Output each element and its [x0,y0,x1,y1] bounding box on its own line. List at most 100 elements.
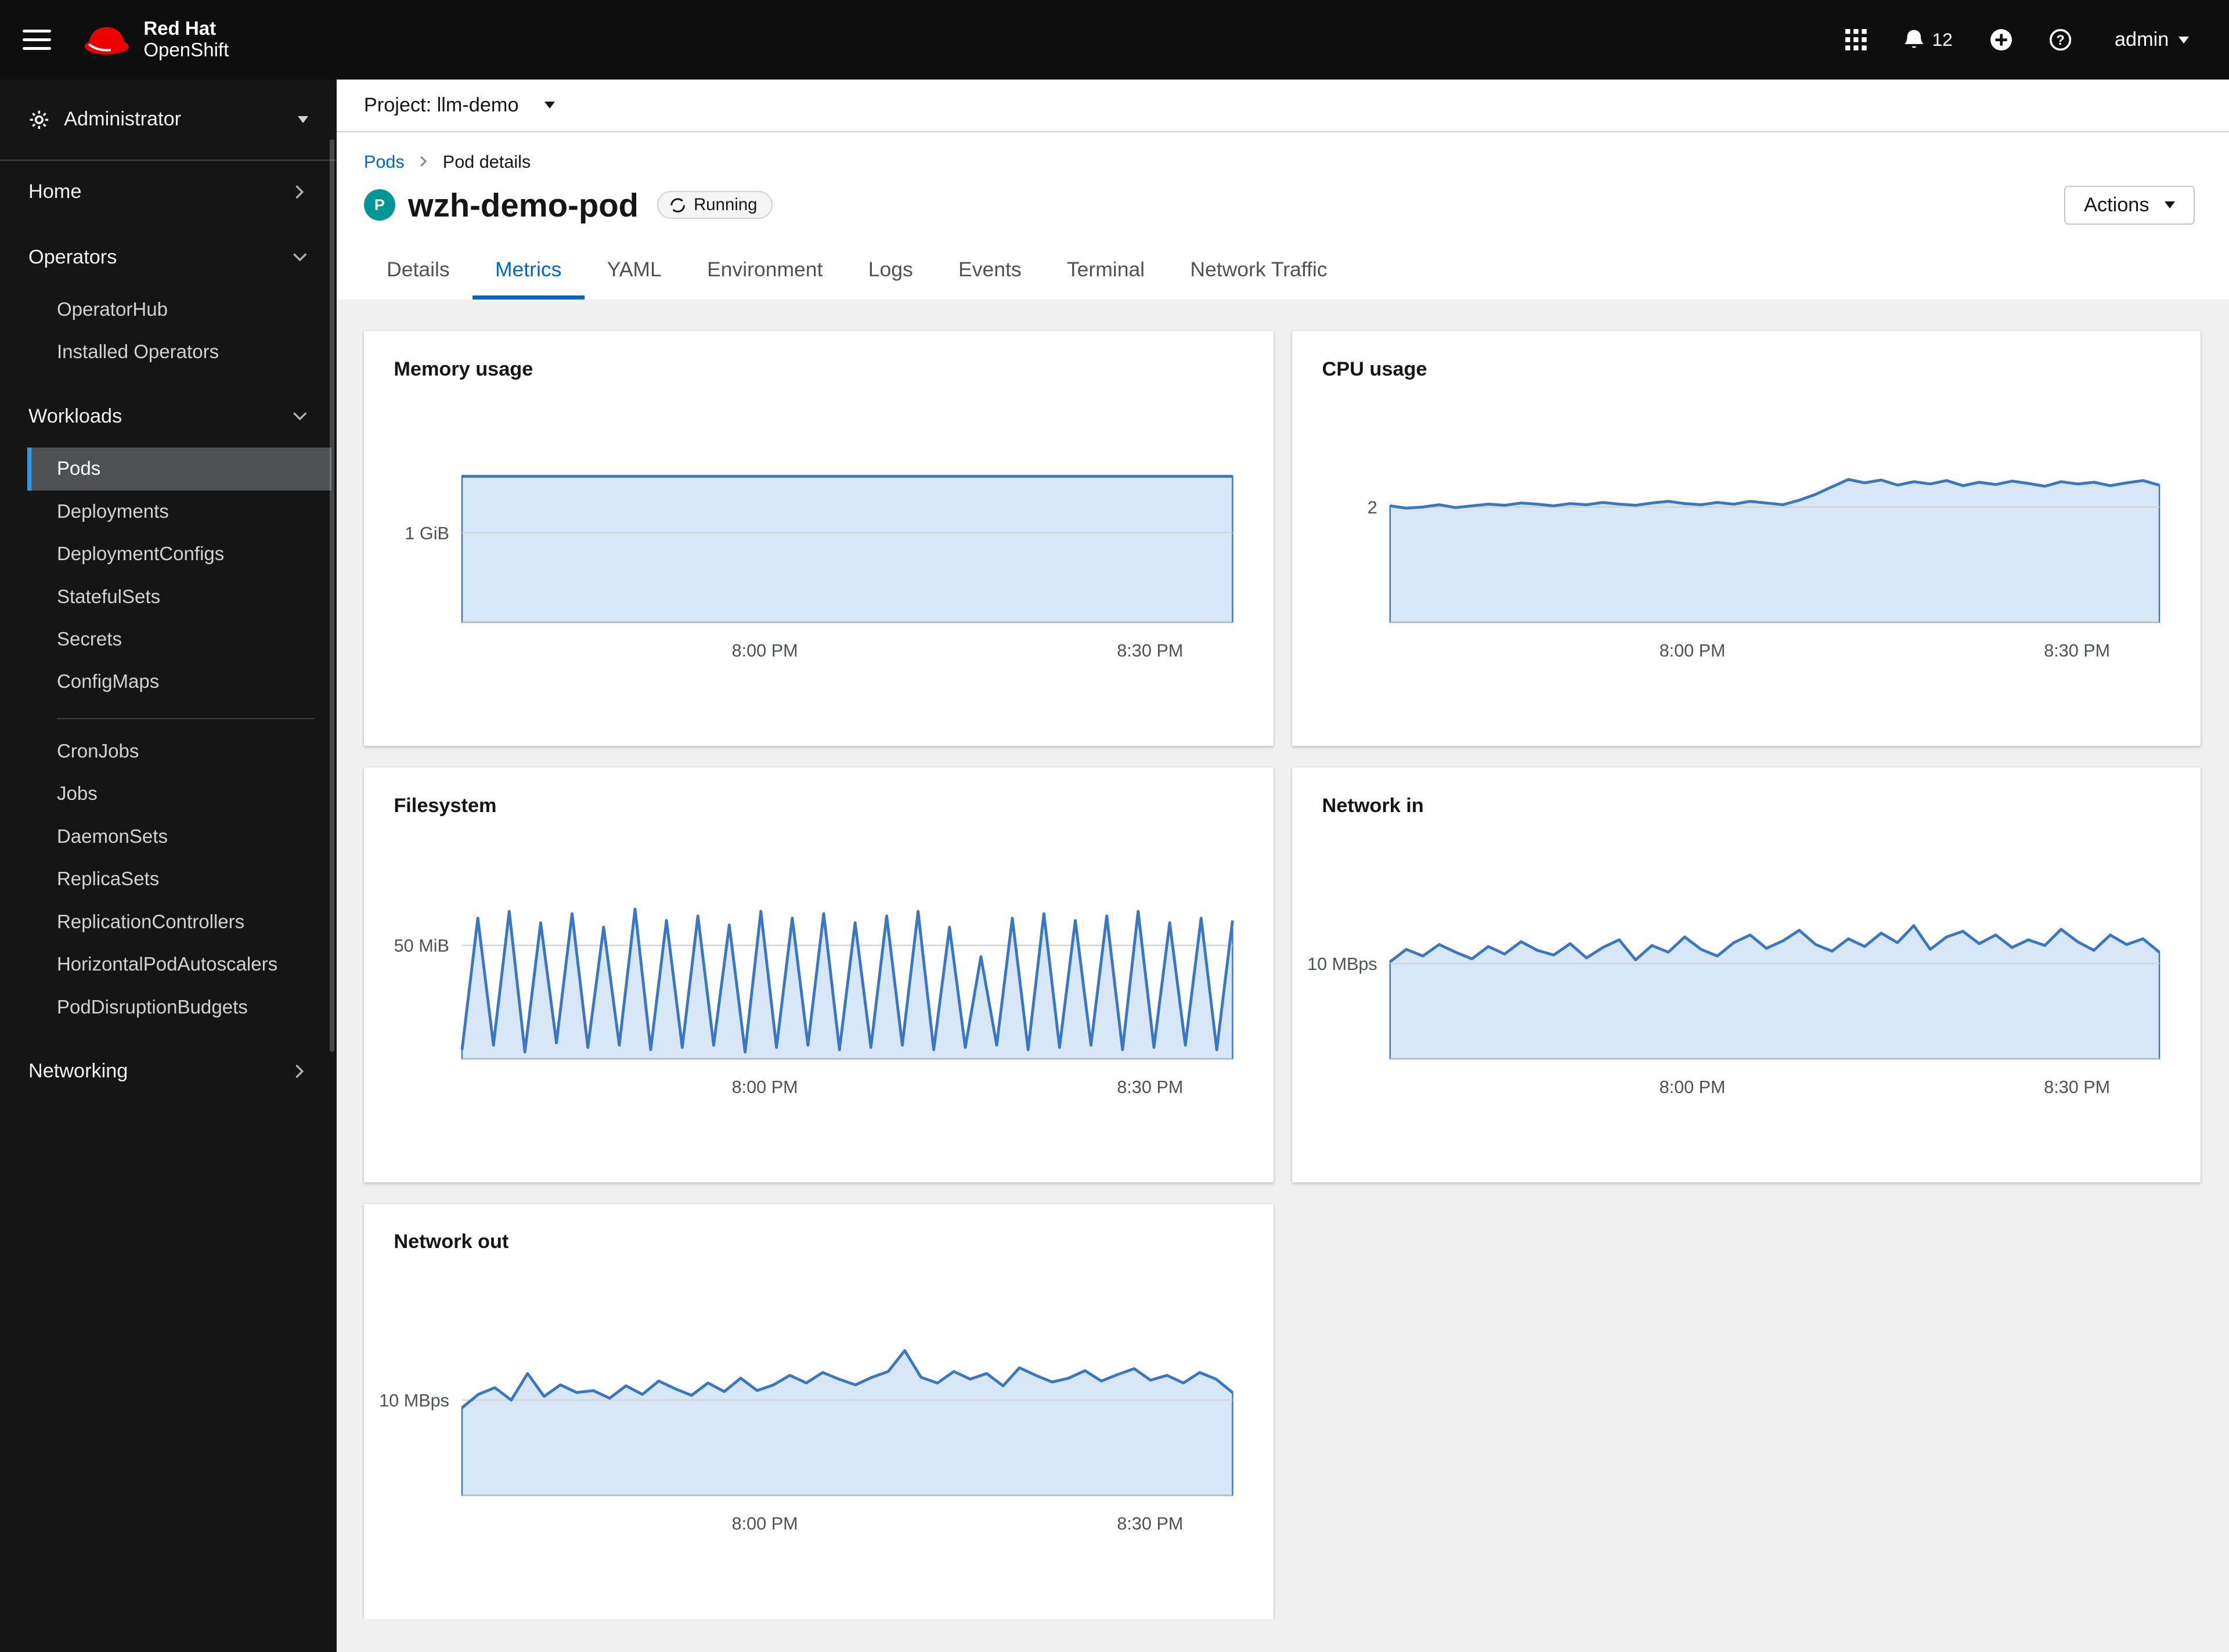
status-badge: Running [657,191,773,219]
help-icon[interactable]: ? [2049,28,2072,51]
notification-count: 12 [1932,29,1953,51]
tab-environment[interactable]: Environment [684,246,846,300]
nav-divider [56,717,315,719]
sidebar-item-daemonsets[interactable]: DaemonSets [27,816,331,858]
network-out-chart: 10 MBps 8:00 PM 8:30 PM [364,1204,1274,1559]
nav-label: DaemonSets [56,825,168,847]
sidebar-item-deployments[interactable]: Deployments [27,490,331,533]
project-name: llm-demo [437,93,519,116]
tab-details[interactable]: Details [364,246,473,300]
metrics-panel: 1 GiB 8:00 PM 8:30 PM Memory usage 2 8:00 P… [337,300,2229,1619]
svg-text:8:00 PM: 8:00 PM [732,1514,798,1534]
nav-label: Networking [28,1060,128,1083]
network-in-chart: 10 MBps 8:00 PM 8:30 PM [1292,767,2201,1123]
memory-usage-card: 1 GiB 8:00 PM 8:30 PM Memory usage [363,331,1274,746]
svg-text:2: 2 [1368,498,1377,518]
tab-terminal[interactable]: Terminal [1044,246,1168,300]
svg-text:8:00 PM: 8:00 PM [732,1077,798,1097]
svg-text:8:30 PM: 8:30 PM [1117,1514,1183,1534]
sidebar-item-statefulsets[interactable]: StatefulSets [27,576,331,618]
nav-label: Jobs [56,783,98,805]
actions-button[interactable]: Actions [2064,185,2195,225]
nav-label: ReplicationControllers [56,911,245,933]
svg-text:8:30 PM: 8:30 PM [1117,641,1183,661]
svg-text:8:30 PM: 8:30 PM [2044,641,2110,661]
sidebar-item-configmaps[interactable]: ConfigMaps [27,661,331,704]
nav-label: Deployments [56,500,169,522]
chevron-down-icon [544,102,555,109]
breadcrumb: Pods Pod details [364,152,2195,172]
sidebar-item-home[interactable]: Home [0,169,337,214]
page-title: wzh-demo-pod [407,186,639,223]
redhat-fedora-icon [84,27,129,55]
page-header: Pods Pod details P wzh-demo-pod Running [337,132,2229,300]
chevron-down-icon [298,116,309,123]
sidebar-item-poddisruptionbudgets[interactable]: PodDisruptionBudgets [27,986,331,1029]
tab-events[interactable]: Events [936,246,1044,300]
sidebar-scrollbar[interactable] [330,139,334,1052]
card-title: Network out [394,1231,509,1253]
user-menu[interactable]: admin [2115,28,2190,51]
tab-yaml[interactable]: YAML [585,246,684,300]
status-text: Running [694,195,758,215]
cpu-usage-card: 2 8:00 PM 8:30 PM CPU usage [1292,331,2201,746]
sidebar-item-replicasets[interactable]: ReplicaSets [27,859,331,901]
sidebar-item-cronjobs[interactable]: CronJobs [27,730,331,773]
nav-label: ReplicaSets [56,868,160,890]
tab-network-traffic[interactable]: Network Traffic [1167,246,1350,300]
svg-text:8:30 PM: 8:30 PM [1117,1077,1183,1097]
project-prefix: Project: [363,93,432,116]
nav-label: Secrets [56,628,122,650]
filesystem-card: 50 MiB 8:00 PM 8:30 PM Filesystem [363,767,1274,1183]
card-title: Memory usage [394,358,533,380]
network-out-card: 10 MBps 8:00 PM 8:30 PM Network out [363,1203,1274,1619]
filesystem-chart: 50 MiB 8:00 PM 8:30 PM [364,767,1274,1123]
svg-text:8:00 PM: 8:00 PM [1660,641,1726,661]
nav-label: Workloads [28,405,122,427]
sidebar-item-deploymentconfigs[interactable]: DeploymentConfigs [27,533,331,575]
sidebar-item-operators[interactable]: Operators [0,235,337,280]
svg-text:1 GiB: 1 GiB [405,524,449,543]
chevron-down-icon [2165,201,2176,209]
chevron-right-icon [291,1063,308,1080]
sidebar-item-replicationcontrollers[interactable]: ReplicationControllers [27,901,331,943]
svg-text:10 MBps: 10 MBps [1307,954,1377,974]
perspective-label: Administrator [64,108,182,131]
tab-metrics[interactable]: Metrics [472,246,585,300]
nav-label: Operators [28,246,117,268]
masthead: Red Hat OpenShift 12 ? admin [0,0,2229,80]
nav-label: Home [28,181,82,203]
project-selector[interactable]: Project: llm-demo [337,80,2229,132]
sidebar-item-networking[interactable]: Networking [0,1049,337,1085]
sync-icon [670,198,686,212]
notifications-bell-icon[interactable]: 12 [1903,28,1953,51]
nav-label: Installed Operators [56,341,219,363]
chevron-right-icon [417,152,430,172]
sidebar-item-pods[interactable]: Pods [27,448,331,490]
add-plus-circle-icon[interactable] [1990,28,2012,51]
pod-resource-badge: P [363,189,395,221]
sidebar-item-workloads[interactable]: Workloads [0,394,337,439]
network-in-card: 10 MBps 8:00 PM 8:30 PM Network in [1292,767,2201,1183]
sidebar-item-secrets[interactable]: Secrets [27,618,331,661]
breadcrumb-link-pods[interactable]: Pods [364,152,405,172]
main-content: Project: llm-demo Pods Pod details P wzh… [337,80,2229,1652]
sidebar-item-installed-operators[interactable]: Installed Operators [27,331,331,374]
nav-label: CronJobs [56,740,139,762]
brand-logo: Red Hat OpenShift [82,18,229,61]
svg-text:8:30 PM: 8:30 PM [2044,1077,2110,1097]
sidebar-item-horizontalpodautoscalers[interactable]: HorizontalPodAutoscalers [27,944,331,986]
svg-text:8:00 PM: 8:00 PM [732,641,798,661]
memory-usage-chart: 1 GiB 8:00 PM 8:30 PM [364,331,1274,686]
sidebar-item-jobs[interactable]: Jobs [27,773,331,816]
tab-logs[interactable]: Logs [846,246,936,300]
card-title: Filesystem [394,794,497,817]
cpu-usage-chart: 2 8:00 PM 8:30 PM [1292,331,2201,686]
apps-grid-icon[interactable] [1845,29,1867,51]
nav-toggle-hamburger-icon[interactable] [23,24,52,56]
breadcrumb-current: Pod details [442,152,531,172]
chevron-down-icon [291,249,308,266]
nav-label: StatefulSets [56,586,161,608]
sidebar-item-operatorhub[interactable]: OperatorHub [27,288,331,331]
perspective-switcher[interactable]: Administrator [0,80,337,161]
